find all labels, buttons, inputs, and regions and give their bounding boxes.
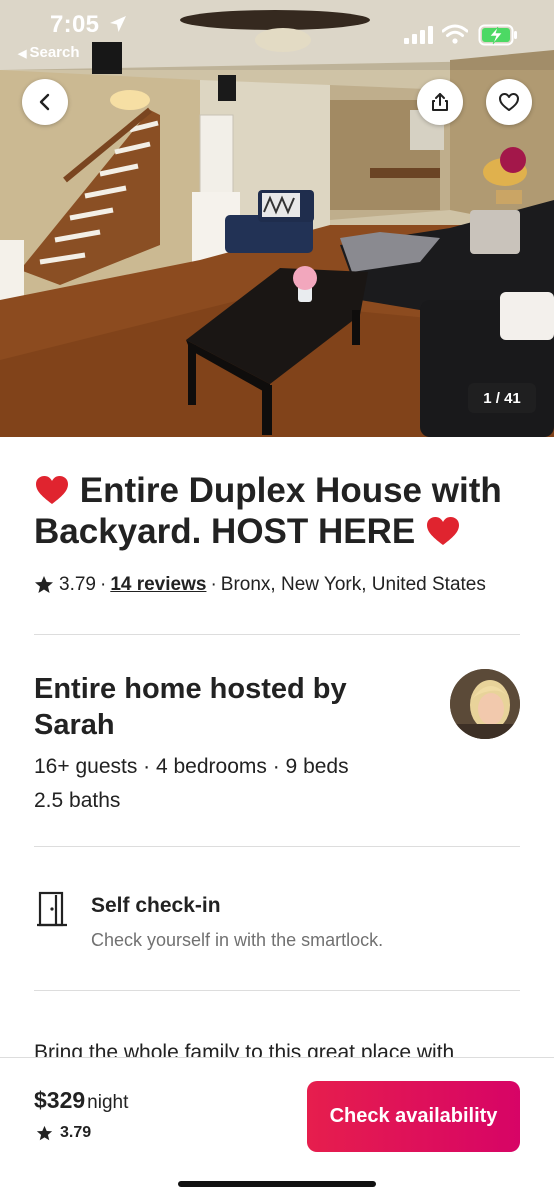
host-heading: Entire home hosted by Sarah <box>34 673 347 741</box>
cellular-signal-icon <box>404 26 433 44</box>
back-to-app-link[interactable]: ◀ Search <box>18 44 80 61</box>
home-indicator[interactable] <box>178 1181 376 1187</box>
reviews-link[interactable]: 14 reviews <box>110 574 206 596</box>
share-button[interactable] <box>417 79 463 125</box>
star-icon <box>35 576 53 593</box>
status-time: 7:05 <box>50 11 100 38</box>
door-icon <box>37 891 67 927</box>
battery-charging-icon <box>478 24 517 46</box>
footer-rating: 3.79 <box>36 1124 91 1142</box>
back-triangle-icon: ◀ <box>18 48 27 60</box>
location-arrow-icon <box>110 16 126 32</box>
divider <box>34 846 520 847</box>
description-text: Bring the whole family to this great pla… <box>34 1041 455 1058</box>
price-unit: night <box>87 1092 129 1113</box>
chevron-left-icon <box>39 93 50 111</box>
price-per-night: $329 night <box>34 1087 128 1114</box>
listing-meta: 3.79 · 14 reviews · Bronx, New York, Uni… <box>34 574 486 596</box>
feature-title: Self check-in <box>91 894 221 917</box>
star-icon <box>36 1125 53 1140</box>
host-specs: 16+ guests · 4 bedrooms · 9 beds 2.5 bat… <box>34 750 349 818</box>
status-bar: 7:05 ◀ Search <box>0 0 554 66</box>
bath-summary: 2.5 baths <box>34 789 121 812</box>
booking-footer: $329 night 3.79 Check availability <box>0 1057 554 1200</box>
check-availability-button[interactable]: Check availability <box>307 1081 520 1152</box>
guest-room-summary: 16+ guests · 4 bedrooms · 9 beds <box>34 755 349 778</box>
heart-emoji-icon <box>34 474 70 506</box>
footer-rating-value: 3.79 <box>60 1124 92 1141</box>
share-icon <box>432 93 448 111</box>
listing-photo[interactable]: 7:05 ◀ Search 1 / 41 <box>0 0 554 437</box>
location-text: Bronx, New York, United States <box>220 574 486 595</box>
separator: · <box>210 574 217 595</box>
divider <box>34 634 520 635</box>
wifi-icon <box>442 24 468 44</box>
feature-description: Check yourself in with the smartlock. <box>91 930 384 950</box>
price-value: $329 <box>34 1087 86 1113</box>
heart-emoji-icon <box>425 515 461 547</box>
divider <box>34 990 520 991</box>
save-favorite-button[interactable] <box>486 79 532 125</box>
listing-title: Entire Duplex House with Backyard. HOST … <box>34 470 524 552</box>
back-button[interactable] <box>22 79 68 125</box>
heart-outline-icon <box>499 93 519 111</box>
rating-value: 3.79 <box>59 574 96 595</box>
host-avatar[interactable] <box>450 669 520 739</box>
back-to-app-label: Search <box>29 44 80 61</box>
listing-description-preview: Bring the whole family to this great pla… <box>34 1040 524 1058</box>
separator: · <box>99 574 107 595</box>
photo-counter: 1 / 41 <box>468 383 536 413</box>
